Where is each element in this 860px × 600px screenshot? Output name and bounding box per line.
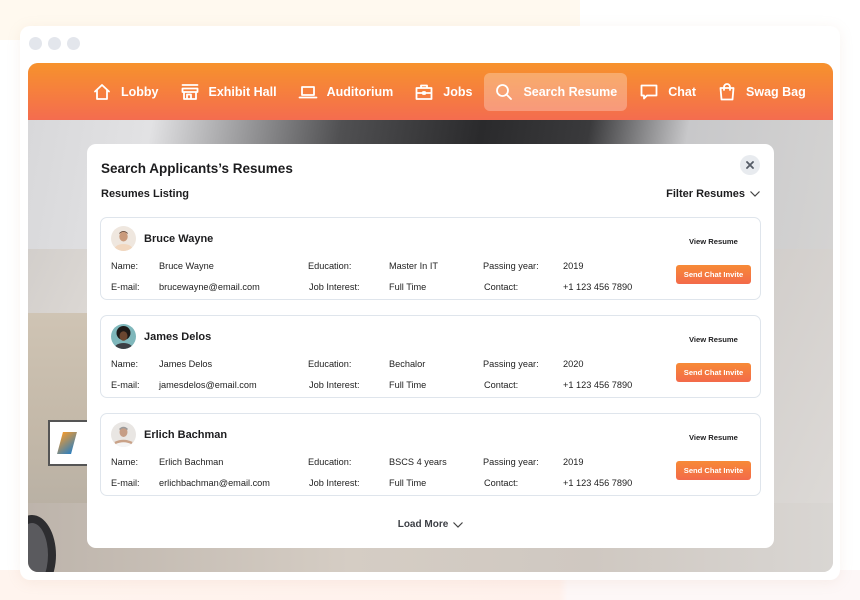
job-interest-value: Full Time [389, 380, 427, 390]
education-label: Education: [308, 457, 352, 467]
view-resume-button[interactable]: View Resume [689, 433, 738, 442]
email-label: E-mail: [111, 282, 140, 292]
window-dot [67, 37, 80, 50]
home-icon [92, 82, 112, 102]
nav-item-chat[interactable]: Chat [630, 73, 705, 111]
logo-mark [57, 432, 77, 454]
resume-card: Bruce Wayne Name: Bruce Wayne E-mail: br… [100, 217, 761, 300]
close-button[interactable] [740, 155, 760, 175]
nav-item-search-resume[interactable]: Search Resume [484, 72, 628, 111]
resume-card: Erlich Bachman Name: Erlich Bachman E-ma… [100, 413, 761, 496]
email-value: jamesdelos@email.com [159, 380, 257, 390]
view-resume-button[interactable]: View Resume [689, 335, 738, 344]
education-value: Master In IT [389, 261, 439, 271]
email-label: E-mail: [111, 380, 140, 390]
name-value: James Delos [159, 359, 213, 369]
resume-card: James Delos Name: James Delos E-mail: ja… [100, 315, 761, 398]
name-label: Name: [111, 457, 139, 467]
chat-bubble-icon [639, 82, 659, 102]
window-dot [48, 37, 61, 50]
shopping-bag-icon [717, 82, 737, 102]
chevron-down-icon [453, 521, 464, 528]
passing-year-label: Passing year: [483, 359, 539, 369]
contact-label: Contact: [484, 478, 519, 488]
filter-resumes-dropdown[interactable]: Filter Resumes [666, 188, 760, 200]
listing-heading: Resumes Listing [101, 188, 190, 200]
modal-title: Search Applicants’s Resumes [101, 161, 293, 176]
nav-item-jobs[interactable]: Jobs [405, 73, 481, 111]
nav-label: Auditorium [326, 84, 394, 99]
applicant-name: Erlich Bachman [144, 429, 228, 441]
nav-item-exhibit-hall[interactable]: Exhibit Hall [171, 73, 286, 111]
briefcase-icon [414, 82, 434, 102]
search-resumes-modal: Search Applicants’s Resumes Resumes List… [87, 144, 774, 548]
applicant-name: James Delos [144, 331, 212, 343]
search-icon [494, 82, 514, 102]
chevron-down-icon [750, 191, 760, 197]
passing-year-label: Passing year: [483, 457, 539, 467]
close-icon [746, 161, 754, 169]
contact-label: Contact: [484, 380, 519, 390]
avatar [111, 226, 136, 251]
nav-label: Search Resume [523, 84, 618, 99]
email-label: E-mail: [111, 478, 140, 488]
education-value: Bechalor [389, 359, 426, 369]
nav-item-lobby[interactable]: Lobby [83, 73, 168, 111]
storefront-icon [180, 82, 200, 102]
contact-value: +1 123 456 7890 [563, 478, 633, 488]
nav-item-swag-bag[interactable]: Swag Bag [708, 73, 815, 111]
contact-value: +1 123 456 7890 [563, 282, 633, 292]
view-resume-button[interactable]: View Resume [689, 237, 738, 246]
send-chat-invite-button[interactable]: Send Chat Invite [676, 461, 751, 480]
passing-year-value: 2019 [563, 261, 584, 271]
main-navbar: Lobby Exhibit Hall Auditorium Jobs Searc… [28, 63, 833, 120]
avatar [111, 324, 136, 349]
name-value: Bruce Wayne [159, 261, 214, 271]
nav-item-auditorium[interactable]: Auditorium [289, 73, 403, 111]
contact-label: Contact: [484, 282, 519, 292]
education-value: BSCS 4 years [389, 457, 447, 467]
job-interest-value: Full Time [389, 282, 427, 292]
education-label: Education: [308, 261, 352, 271]
job-interest-label: Job Interest: [309, 478, 360, 488]
job-interest-value: Full Time [389, 478, 427, 488]
email-value: brucewayne@email.com [159, 282, 260, 292]
nav-label: Lobby [121, 84, 159, 99]
job-interest-label: Job Interest: [309, 282, 360, 292]
job-interest-label: Job Interest: [309, 380, 360, 390]
nav-label: Jobs [443, 84, 473, 99]
name-value: Erlich Bachman [159, 457, 224, 467]
name-label: Name: [111, 359, 139, 369]
window-dot [29, 37, 42, 50]
nav-label: Exhibit Hall [208, 84, 277, 99]
passing-year-label: Passing year: [483, 261, 539, 271]
nav-label: Chat [668, 84, 697, 99]
send-chat-invite-button[interactable]: Send Chat Invite [676, 363, 751, 382]
contact-value: +1 123 456 7890 [563, 380, 633, 390]
avatar [111, 422, 136, 447]
nav-label: Swag Bag [746, 84, 806, 99]
name-label: Name: [111, 261, 139, 271]
send-chat-invite-button[interactable]: Send Chat Invite [676, 265, 751, 284]
laptop-icon [298, 82, 318, 102]
load-more-button[interactable]: Load More [87, 519, 774, 530]
education-label: Education: [308, 359, 352, 369]
window-controls [29, 37, 80, 50]
email-value: erlichbachman@email.com [159, 478, 270, 488]
filter-label: Filter Resumes [666, 188, 745, 200]
passing-year-value: 2019 [563, 457, 584, 467]
passing-year-value: 2020 [563, 359, 584, 369]
applicant-name: Bruce Wayne [144, 233, 214, 245]
load-more-label: Load More [397, 519, 449, 530]
